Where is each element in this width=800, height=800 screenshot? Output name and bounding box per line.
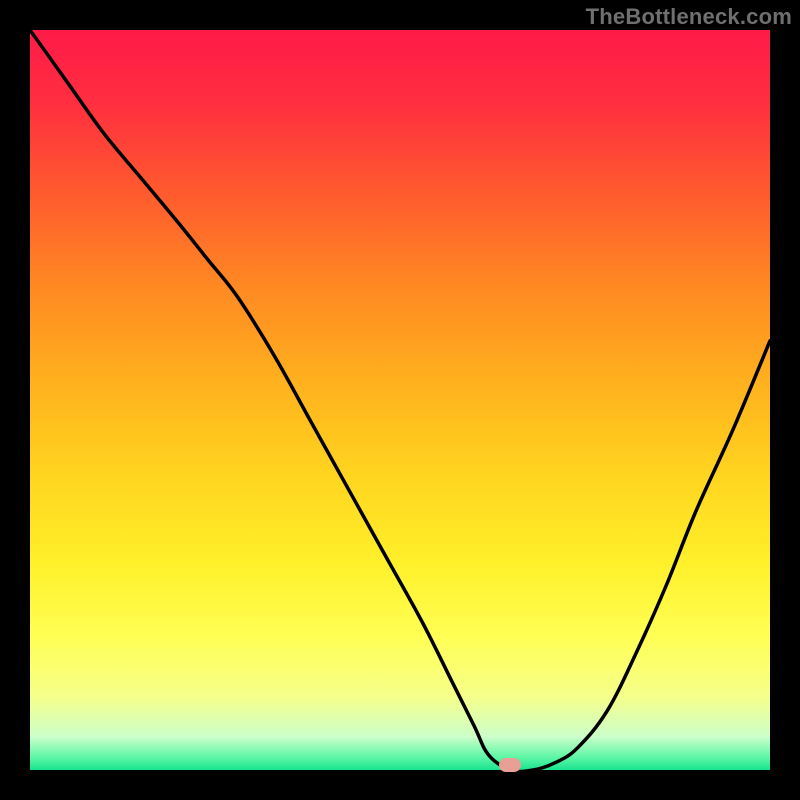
watermark-text: TheBottleneck.com [586,4,792,30]
plot-area [30,30,770,770]
chart-frame: TheBottleneck.com [0,0,800,800]
bottleneck-curve [30,30,770,770]
optimum-marker [499,758,521,772]
curve-layer [30,30,770,770]
